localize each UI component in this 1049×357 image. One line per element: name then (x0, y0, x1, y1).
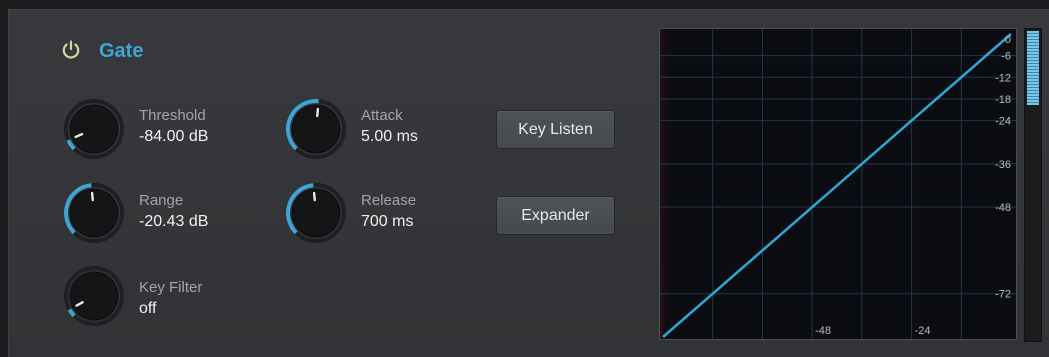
release-label: Release (361, 192, 417, 209)
x-tick-label: -48 (815, 325, 831, 337)
attack-knob[interactable] (285, 98, 347, 160)
release-knob[interactable] (285, 182, 347, 244)
knob-indicator (312, 191, 316, 202)
attack-label: Attack (361, 107, 403, 124)
threshold-knob[interactable] (63, 98, 125, 160)
key-listen-button[interactable]: Key Listen (496, 110, 615, 149)
release-value: 700 ms (361, 213, 414, 230)
key-filter-value: off (139, 300, 157, 317)
y-tick-label: -36 (995, 159, 1011, 171)
knob-indicator (90, 191, 94, 202)
x-tick-label: -24 (915, 325, 931, 337)
y-tick-label: -12 (995, 72, 1011, 84)
expander-button[interactable]: Expander (496, 196, 615, 235)
key-filter-label: Key Filter (139, 279, 203, 296)
transfer-curve-graph[interactable]: 0 -6 -12 -18 -24 -36 -48 -72 -48 -24 (659, 28, 1017, 340)
threshold-value: -84.00 dB (139, 128, 209, 145)
power-icon[interactable] (60, 39, 82, 61)
range-knob[interactable] (63, 182, 125, 244)
attack-value: 5.00 ms (361, 128, 418, 145)
y-tick-label: -72 (995, 289, 1011, 301)
y-tick-label: -6 (1001, 51, 1011, 63)
knob-indicator (316, 107, 320, 118)
y-tick-label: 0 (1005, 34, 1011, 46)
y-tick-label: -48 (995, 202, 1011, 214)
y-tick-label: -18 (995, 94, 1011, 106)
range-label: Range (139, 192, 184, 209)
range-value: -20.43 dB (139, 213, 209, 230)
y-tick-label: -24 (995, 116, 1011, 128)
level-meter (1024, 28, 1042, 342)
panel-title: Gate (99, 40, 144, 62)
key-filter-knob[interactable] (63, 265, 125, 327)
level-meter-fill (1027, 31, 1039, 105)
threshold-label: Threshold (139, 107, 206, 124)
